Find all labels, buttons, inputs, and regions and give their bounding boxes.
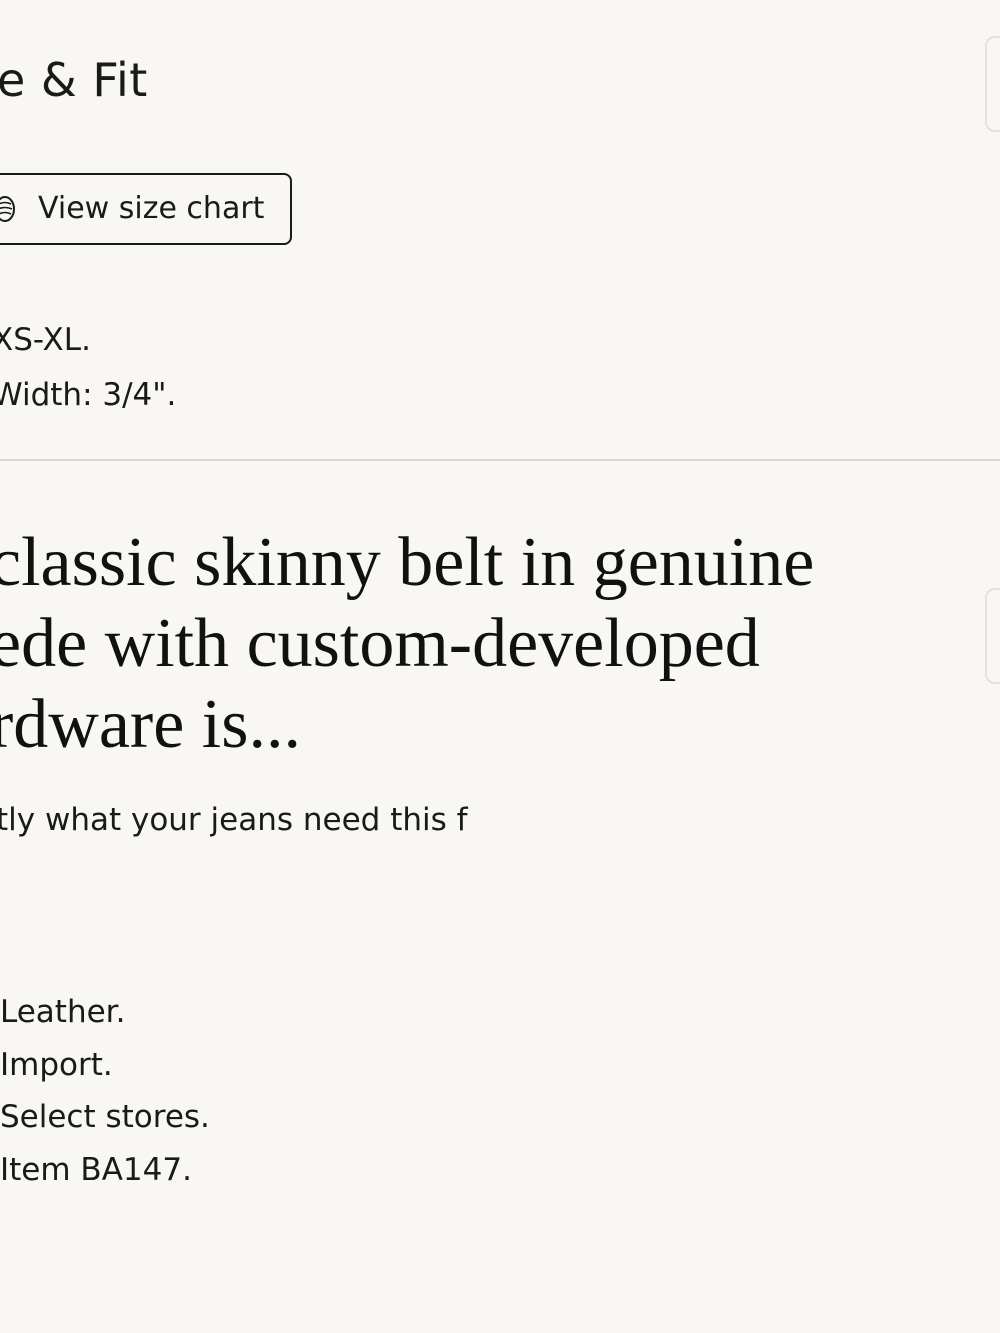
headline-line: ede with custom-developed (0, 605, 760, 682)
product-headline: classic skinny belt in genuine ede with … (0, 522, 814, 765)
size-range-text: XS-XL. (0, 322, 91, 358)
section-divider (0, 459, 1000, 461)
product-details-list: Leather. Import. Select stores. Item BA1… (0, 986, 210, 1196)
description-teaser: tly what your jeans need this f (0, 802, 468, 838)
headline-line: rdware is... (0, 686, 302, 763)
detail-item-material: Leather. (0, 994, 126, 1030)
view-size-chart-button[interactable]: View size chart (0, 173, 292, 245)
detail-item-number: Item BA147. (0, 1151, 192, 1188)
detail-item-origin: Import. (0, 1046, 113, 1083)
view-size-chart-label: View size chart (38, 191, 265, 226)
size-fit-title: e & Fit (0, 53, 148, 107)
offscreen-card-top[interactable] (985, 36, 1000, 132)
headline-line: classic skinny belt in genuine (0, 524, 815, 601)
belt-width-text: Width: 3/4". (0, 377, 177, 413)
offscreen-card-middle[interactable] (985, 588, 1000, 684)
detail-item-availability: Select stores. (0, 1099, 210, 1135)
size-chart-icon (0, 194, 16, 224)
